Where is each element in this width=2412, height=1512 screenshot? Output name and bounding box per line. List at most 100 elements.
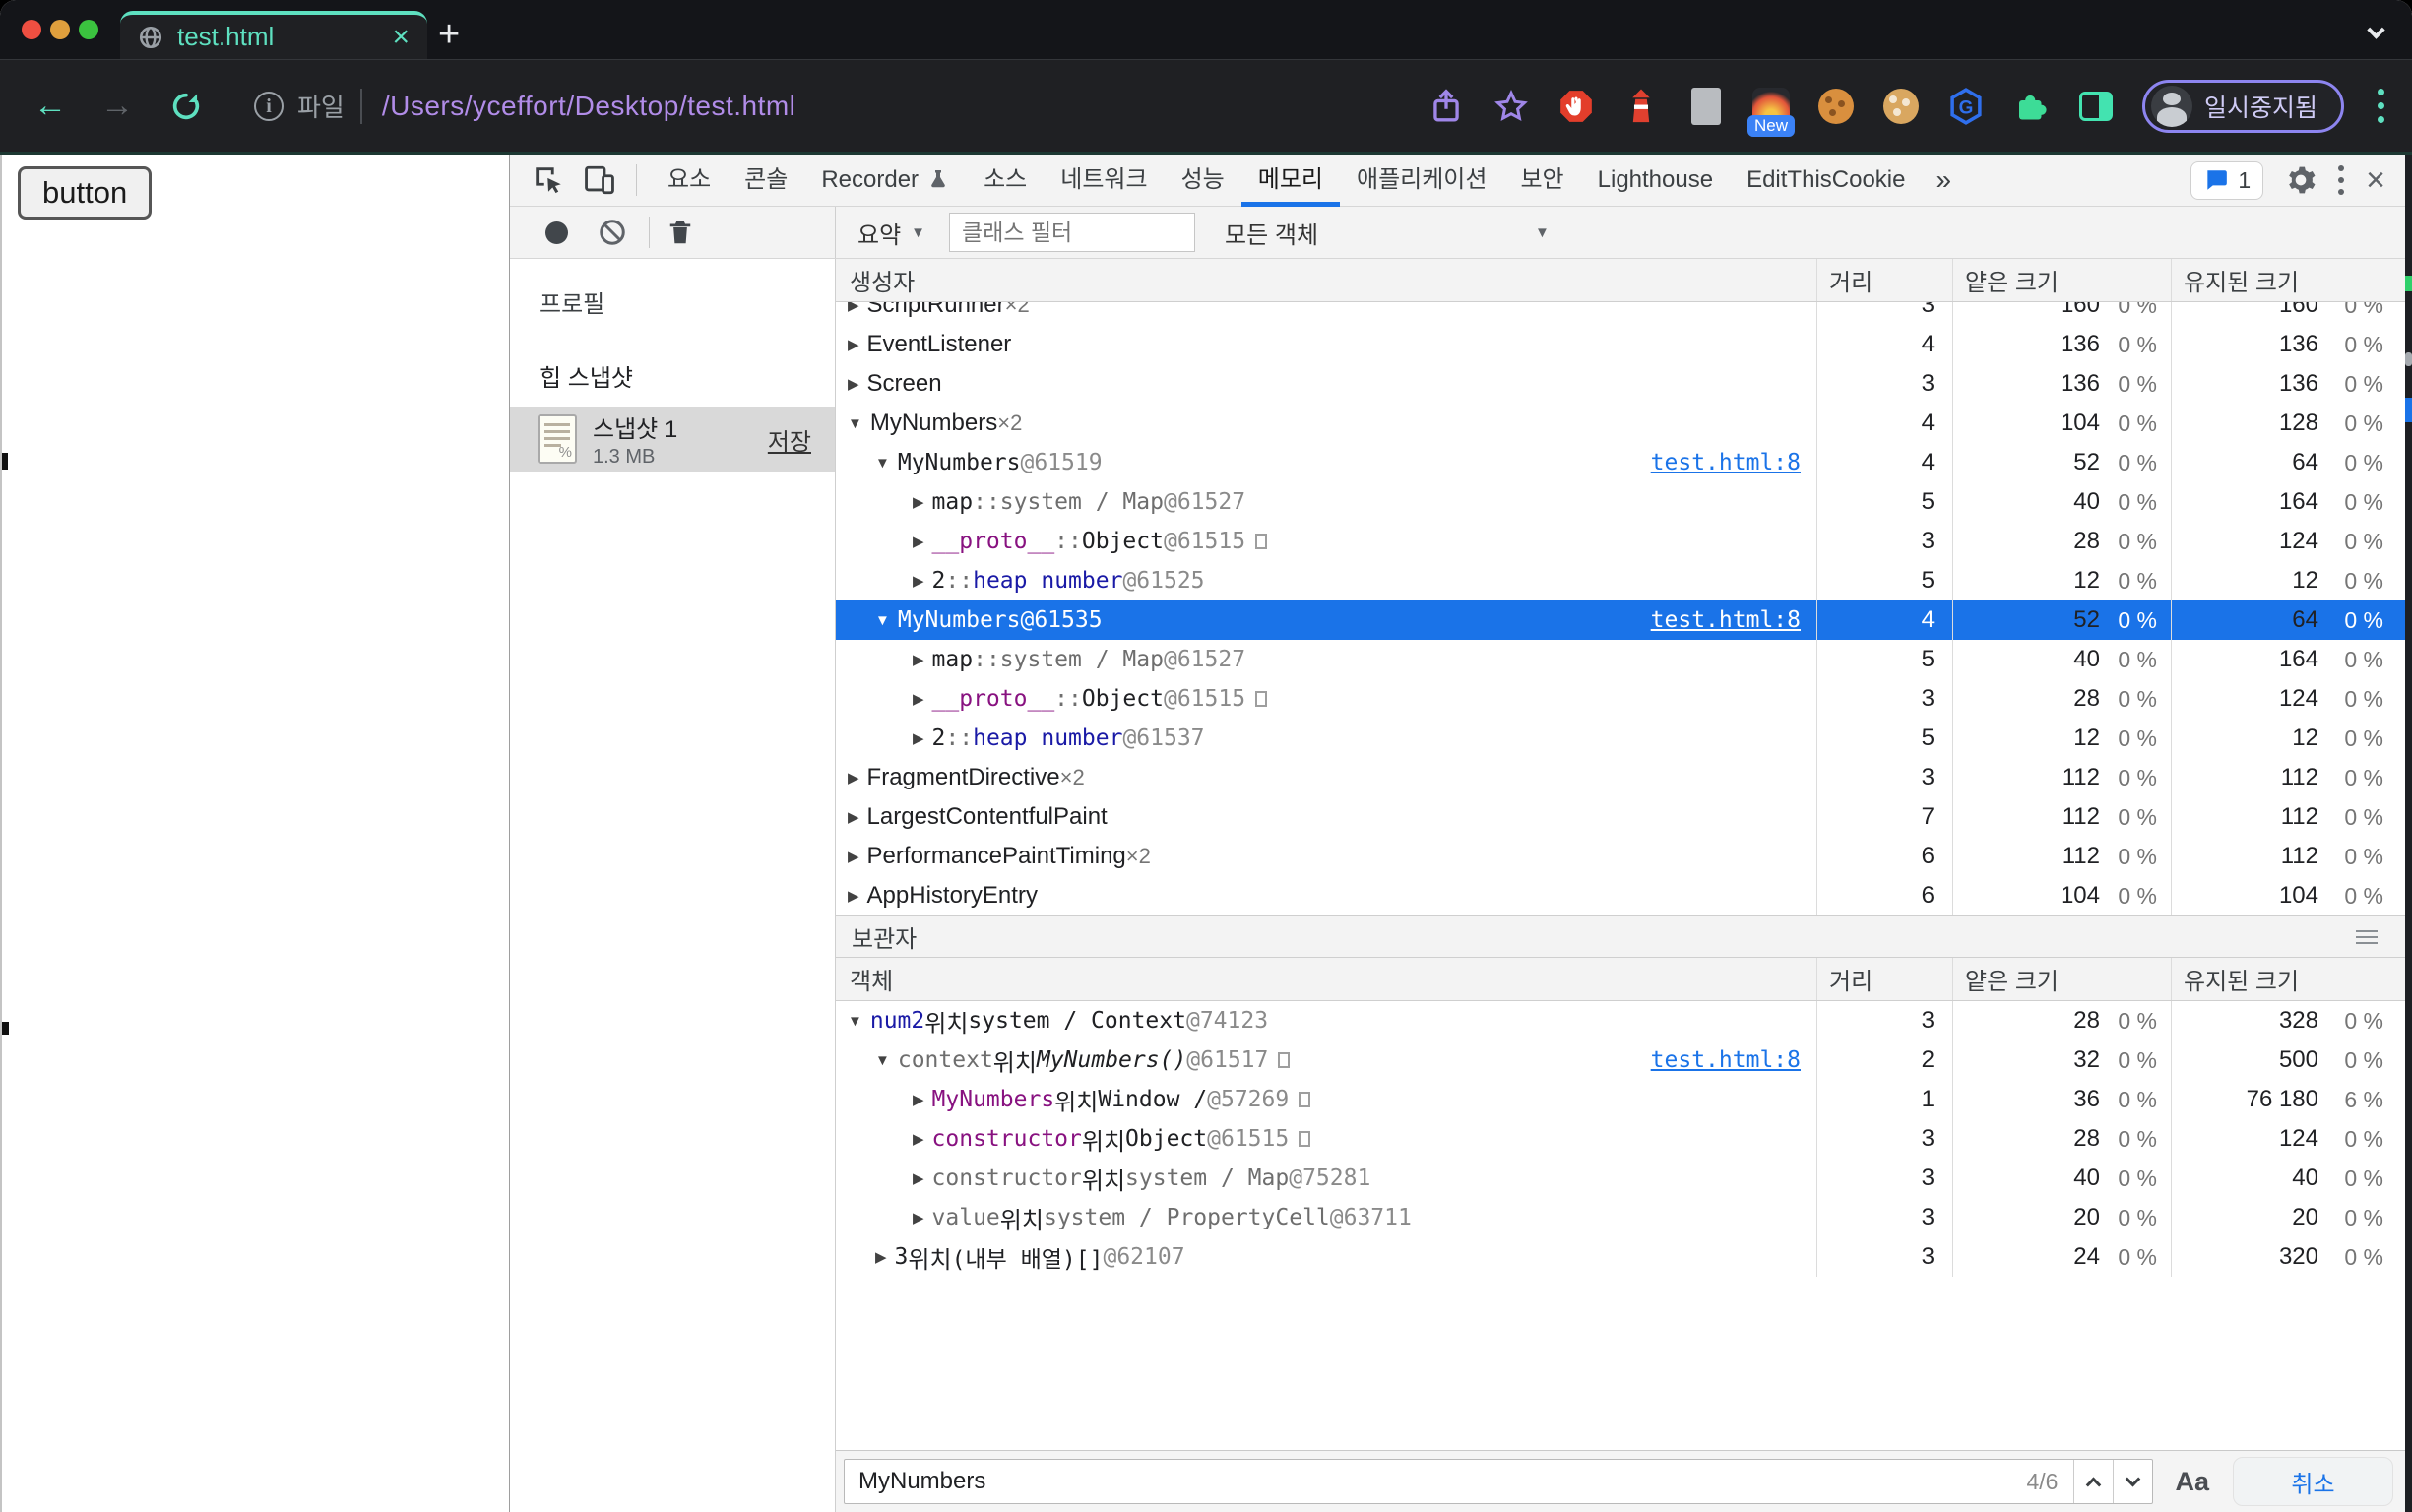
expand-arrow-icon[interactable]: ▶ <box>848 887 859 905</box>
devtools-tab-메모리[interactable]: 메모리 <box>1241 155 1340 207</box>
collapse-arrow-icon[interactable]: ▼ <box>848 1013 862 1030</box>
match-case-toggle[interactable]: Aa <box>2175 1467 2209 1497</box>
record-heap-icon[interactable] <box>545 220 568 244</box>
table-row[interactable]: ▶ 2 :: heap number @61525 5 12 0 % 12 0 % <box>836 561 2405 600</box>
devtools-tab-Recorder[interactable]: Recorder <box>804 155 967 207</box>
constructors-header[interactable]: 생성자 거리 얕은 크기 유지된 크기 <box>836 259 2405 302</box>
column-retained-size[interactable]: 유지된 크기 <box>2171 958 2405 1000</box>
cancel-search-button[interactable]: 취소 <box>2233 1457 2393 1506</box>
browser-tab[interactable]: test.html × <box>120 11 427 59</box>
new-badge-icon[interactable]: New <box>1746 87 1795 137</box>
column-shallow-size[interactable]: 얕은 크기 <box>1952 958 2171 1000</box>
table-row[interactable]: ▶ LargestContentfulPaint 7 112 0 % 112 0 % <box>836 797 2405 837</box>
column-shallow-size[interactable]: 얕은 크기 <box>1952 259 2171 301</box>
table-row[interactable]: ▶ map :: system / Map @61527 5 40 0 % 164 0 % <box>836 640 2405 679</box>
table-row[interactable]: ▶ 3 위치 (내부 배열)[] @62107 3 24 0 % 320 0 % <box>836 1237 2405 1277</box>
column-object[interactable]: 객체 <box>836 958 1816 1000</box>
search-next-button[interactable] <box>2113 1460 2152 1503</box>
devtools-tab-애플리케이션[interactable]: 애플리케이션 <box>1340 155 1503 207</box>
expand-arrow-icon[interactable]: ▶ <box>913 572 924 590</box>
collapse-arrow-icon[interactable]: ▼ <box>875 612 890 629</box>
table-row[interactable]: ▶ constructor 위치 system / Map @75281 3 40 0 … <box>836 1159 2405 1198</box>
source-location-link[interactable]: test.html:8 <box>1651 450 1816 475</box>
site-info-icon[interactable]: i <box>254 91 284 121</box>
devtools-tab-EditThisCookie[interactable]: EditThisCookie <box>1730 155 1922 207</box>
column-distance[interactable]: 거리 <box>1816 259 1952 301</box>
collapse-arrow-icon[interactable]: ▼ <box>848 415 862 432</box>
column-constructor[interactable]: 생성자 <box>836 259 1816 301</box>
table-row[interactable]: ▼ MyNumbers @61519 test.html:8 4 52 0 % 64 0 % <box>836 443 2405 482</box>
expand-arrow-icon[interactable]: ▶ <box>913 493 924 511</box>
table-row[interactable]: ▶ EventListener 4 136 0 % 136 0 % <box>836 325 2405 364</box>
expand-arrow-icon[interactable]: ▶ <box>913 1169 924 1187</box>
retainers-header[interactable]: 객체 거리 얕은 크기 유지된 크기 <box>836 958 2405 1001</box>
table-row[interactable]: ▼ MyNumbers @61535 test.html:8 4 52 0 % 64 0 % <box>836 600 2405 640</box>
collapse-arrow-icon[interactable]: ▼ <box>875 1052 890 1069</box>
cookie-editor-icon[interactable] <box>1882 88 1920 125</box>
close-window-button[interactable] <box>22 20 41 39</box>
retainers-menu-icon[interactable] <box>2356 929 2389 944</box>
expand-arrow-icon[interactable]: ▶ <box>875 1248 887 1266</box>
devtools-tab-콘솔[interactable]: 콘솔 <box>728 155 804 207</box>
devtools-close-icon[interactable]: × <box>2366 163 2385 197</box>
expand-arrow-icon[interactable]: ▶ <box>848 336 859 353</box>
expand-arrow-icon[interactable]: ▶ <box>913 690 924 708</box>
snapshot-item[interactable]: % 스냅샷 1 1.3 MB 저장 <box>510 407 835 472</box>
new-tab-button[interactable]: + <box>438 16 460 53</box>
clear-icon[interactable] <box>598 218 627 247</box>
inspect-element-icon[interactable] <box>532 163 565 197</box>
search-previous-button[interactable] <box>2073 1460 2113 1503</box>
forward-button[interactable]: → <box>100 87 134 125</box>
retainers-table[interactable]: ▼ num2 위치 system / Context @74123 3 28 0 % 32… <box>836 1001 2405 1277</box>
close-tab-icon[interactable]: × <box>392 22 410 52</box>
lighthouse-red-icon[interactable] <box>1622 88 1660 125</box>
expand-arrow-icon[interactable]: ▶ <box>848 375 859 393</box>
address-bar-url[interactable]: /Users/yceffort/Desktop/test.html <box>382 91 796 122</box>
table-row[interactable]: ▶ AppHistoryEntry 6 104 0 % 104 0 % <box>836 876 2405 915</box>
collapse-arrow-icon[interactable]: ▼ <box>875 455 890 472</box>
delete-profiles-trash-icon[interactable] <box>666 218 695 247</box>
table-row[interactable]: ▶ map :: system / Map @61527 5 40 0 % 164 0 % <box>836 482 2405 522</box>
table-row[interactable]: ▼ context 위치 MyNumbers() @61517 test.html:… <box>836 1040 2405 1080</box>
table-row[interactable]: ▶ MyNumbers 위치 Window / @57269 1 36 0 % 76 18… <box>836 1080 2405 1119</box>
table-row[interactable]: ▶ __proto__ :: Object @61515 3 28 0 % 124 0 % <box>836 679 2405 719</box>
column-retained-size[interactable]: 유지된 크기 <box>2171 259 2405 301</box>
search-value[interactable]: MyNumbers <box>845 1460 2026 1503</box>
profile-chip[interactable]: 일시중지됨 <box>2141 79 2344 133</box>
table-row[interactable]: ▼ num2 위치 system / Context @74123 3 28 0 % 32… <box>836 1001 2405 1040</box>
table-row[interactable]: ▶ FragmentDirective ×2 3 112 0 % 112 0 % <box>836 758 2405 797</box>
expand-arrow-icon[interactable]: ▶ <box>848 808 859 826</box>
expand-arrow-icon[interactable]: ▶ <box>913 729 924 747</box>
maximize-window-button[interactable] <box>79 20 98 39</box>
page-button[interactable]: button <box>18 166 153 220</box>
devtools-tab-소스[interactable]: 소스 <box>967 155 1044 207</box>
hexagon-g-icon[interactable]: G <box>1947 87 1985 125</box>
devtools-tab-성능[interactable]: 성능 <box>1165 155 1241 207</box>
tab-search-chevron-icon[interactable] <box>2367 21 2385 41</box>
bookmark-star-icon[interactable] <box>1492 88 1530 125</box>
table-row[interactable]: ▶ __proto__ :: Object @61515 3 28 0 % 124 0 % <box>836 522 2405 561</box>
expand-arrow-icon[interactable]: ▶ <box>913 1091 924 1108</box>
expand-arrow-icon[interactable]: ▶ <box>848 848 859 865</box>
more-tabs-button[interactable]: » <box>1922 164 1965 196</box>
puzzle-extension-icon[interactable] <box>2012 88 2050 125</box>
table-row[interactable]: ▶ 2 :: heap number @61537 5 12 0 % 12 0 % <box>836 719 2405 758</box>
cookie-icon[interactable] <box>1817 88 1855 125</box>
devtools-tab-네트워크[interactable]: 네트워크 <box>1044 155 1164 207</box>
save-snapshot-link[interactable]: 저장 <box>768 422 811 457</box>
device-toolbar-icon[interactable] <box>583 163 616 197</box>
table-row[interactable]: ▶ PerformancePaintTiming ×2 6 112 0 % 112 0 % <box>836 837 2405 876</box>
expand-arrow-icon[interactable]: ▶ <box>913 533 924 550</box>
table-row[interactable]: ▶ Screen 3 136 0 % 136 0 % <box>836 364 2405 404</box>
browser-menu-kebab-icon[interactable] <box>2372 89 2390 123</box>
reload-icon[interactable] <box>169 90 203 123</box>
view-mode-dropdown[interactable]: 요약 ▼ <box>857 216 925 250</box>
column-distance[interactable]: 거리 <box>1816 958 1952 1000</box>
table-row[interactable]: ▶ ScriptRunner ×2 3 160 0 % 160 0 % <box>836 302 2405 325</box>
back-button[interactable]: ← <box>33 87 67 125</box>
stop-hand-icon[interactable] <box>1557 88 1595 125</box>
expand-arrow-icon[interactable]: ▶ <box>913 1130 924 1148</box>
class-filter-input[interactable] <box>949 213 1196 252</box>
devtools-menu-kebab-icon[interactable] <box>2338 165 2345 195</box>
expand-arrow-icon[interactable]: ▶ <box>913 651 924 668</box>
